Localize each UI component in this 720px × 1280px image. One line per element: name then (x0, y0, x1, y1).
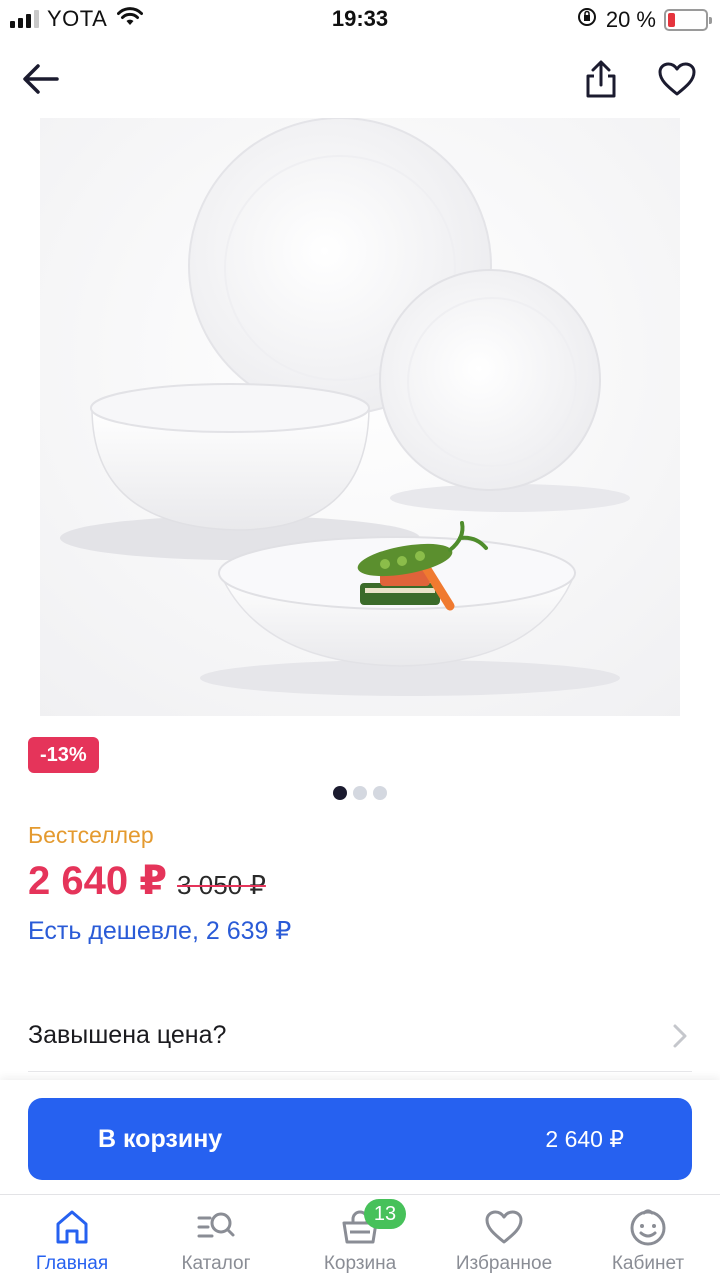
product-image[interactable] (40, 118, 680, 716)
tab-favorites[interactable]: Избранное (432, 1195, 576, 1280)
tab-cart[interactable]: 13 Корзина (288, 1195, 432, 1280)
nav-bar (0, 48, 720, 108)
tab-bar: Главная Каталог 13 Корзина Избранное Каб… (0, 1194, 720, 1280)
status-bar: YOTA 19:33 20 % (0, 0, 720, 38)
favorite-button[interactable] (654, 56, 700, 102)
chevron-right-icon (673, 1024, 687, 1047)
carousel-dot[interactable] (333, 786, 347, 800)
tab-label: Главная (35, 1253, 109, 1274)
add-to-cart-price: 2 640 ₽ (545, 1125, 624, 1152)
tab-label: Кабинет (611, 1253, 685, 1274)
overpriced-label: Завышена цена? (28, 1021, 227, 1049)
share-button[interactable] (578, 56, 624, 102)
add-to-cart-panel: В корзину 2 640 ₽ (0, 1080, 720, 1194)
overpriced-report-row[interactable]: Завышена цена? (28, 1000, 692, 1072)
battery-level (668, 12, 676, 27)
cheaper-offer-link[interactable]: Есть дешевле, 2 639 ₽ (28, 916, 291, 946)
price-current: 2 640 ₽ (28, 859, 168, 903)
share-icon (586, 60, 616, 98)
battery-icon (664, 8, 712, 31)
price-old: 3 050 ₽ (177, 870, 266, 900)
orientation-lock-icon (576, 6, 598, 33)
image-carousel-dots[interactable] (0, 786, 720, 800)
add-to-cart-label: В корзину (98, 1124, 223, 1153)
basket-icon: 13 (340, 1199, 406, 1247)
tab-label: Каталог (181, 1253, 251, 1274)
tab-account[interactable]: Кабинет (576, 1195, 720, 1280)
discount-badge: -13% (28, 737, 99, 773)
bestseller-label: Бестселлер (28, 822, 154, 848)
tab-home[interactable]: Главная (0, 1195, 144, 1280)
heart-icon (484, 1207, 524, 1247)
add-to-cart-button[interactable]: В корзину 2 640 ₽ (28, 1098, 692, 1180)
heart-icon (658, 62, 696, 96)
battery-percent: 20 % (605, 6, 656, 32)
tab-catalog[interactable]: Каталог (144, 1195, 288, 1280)
status-right: 20 % (576, 6, 712, 33)
tab-label: Избранное (455, 1253, 553, 1274)
tab-label: Корзина (323, 1253, 397, 1274)
arrow-left-icon (23, 64, 59, 94)
smiley-icon (628, 1207, 668, 1247)
carousel-dot[interactable] (353, 786, 367, 800)
home-icon (52, 1207, 92, 1247)
back-button[interactable] (18, 56, 64, 102)
carousel-dot[interactable] (373, 786, 387, 800)
price-row: 2 640 ₽ 3 050 ₽ (28, 858, 266, 904)
catalog-search-icon (196, 1207, 236, 1247)
cart-count-badge: 13 (364, 1199, 406, 1229)
